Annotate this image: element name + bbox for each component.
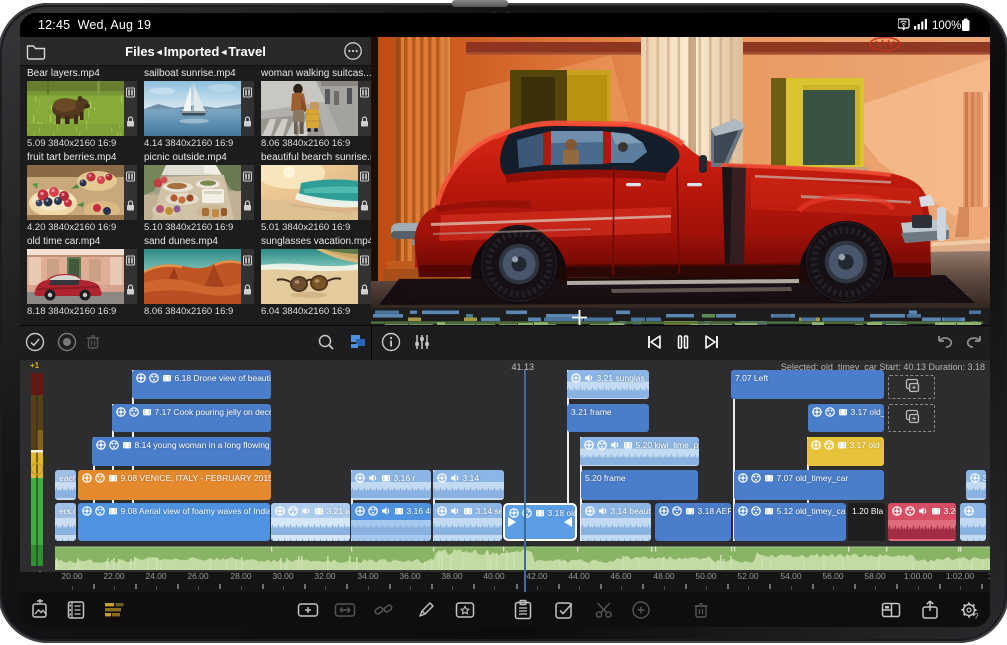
svg-text:?: ?	[974, 612, 979, 621]
svg-text:100%: 100%	[932, 20, 961, 32]
